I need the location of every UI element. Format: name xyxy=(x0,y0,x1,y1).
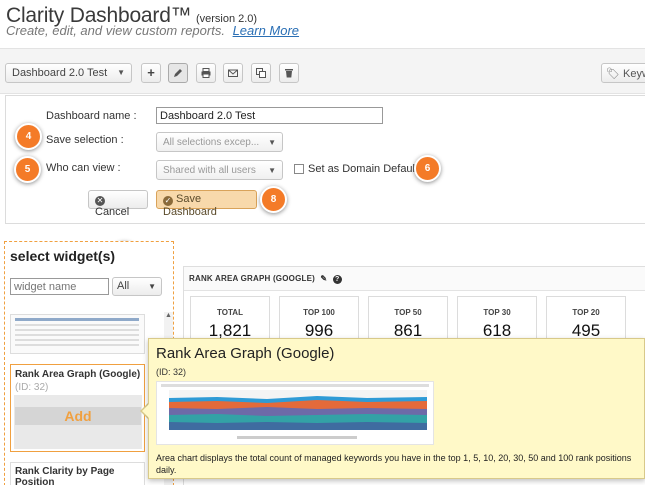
widget-thumbnail xyxy=(15,318,139,346)
who-can-view-value: Shared with all users xyxy=(163,165,256,176)
cancel-button[interactable]: ✕Cancel xyxy=(88,190,148,218)
dashboard-name-label: Dashboard name : xyxy=(46,110,137,122)
copy-icon xyxy=(256,68,266,78)
stat-label: TOP 100 xyxy=(303,308,335,317)
scroll-up-icon[interactable]: ▲ xyxy=(164,312,173,322)
save-selection-select[interactable]: All selections excep... ▼ xyxy=(156,132,283,152)
area-chart-preview-image xyxy=(157,382,433,444)
step-badge-5: 5 xyxy=(14,156,41,183)
dashboard-form-panel: Dashboard name : Save selection : All se… xyxy=(5,95,645,224)
widget-filter-select[interactable]: All ▼ xyxy=(112,277,162,296)
tooltip-title: Rank Area Graph (Google) xyxy=(156,345,335,362)
who-can-view-label: Who can view : xyxy=(46,162,121,174)
pencil-icon xyxy=(174,69,182,77)
dashboard-select[interactable]: Dashboard 2.0 Test ▼ xyxy=(5,63,132,83)
subtitle-text: Create, edit, and view custom reports. xyxy=(6,23,225,38)
widget-header: RANK AREA GRAPH (GOOGLE) ✎ ? xyxy=(184,267,645,291)
toolbar: Dashboard 2.0 Test ▼ + 🏷 Keyw xyxy=(0,48,645,94)
domain-default-label: Set as Domain Default xyxy=(308,163,419,175)
stat-label: TOTAL xyxy=(217,308,243,317)
trash-icon xyxy=(285,69,293,78)
learn-more-link[interactable]: Learn More xyxy=(233,23,299,38)
widget-card-title: Rank Area Graph (Google) xyxy=(15,369,141,380)
tooltip-description: Area chart displays the total count of m… xyxy=(156,453,632,475)
save-dashboard-button[interactable]: ✓ Save Dashboard xyxy=(156,190,257,218)
step-badge-4: 4 xyxy=(15,123,42,150)
widget-card-rank-clarity[interactable]: Rank Clarity by Page Position xyxy=(10,462,145,485)
chevron-down-icon: ▼ xyxy=(268,138,276,147)
dashboard-select-value: Dashboard 2.0 Test xyxy=(12,67,108,79)
cancel-label: Cancel xyxy=(95,206,130,218)
email-icon xyxy=(228,69,238,77)
save-selection-label: Save selection : xyxy=(46,134,124,146)
help-icon[interactable]: ? xyxy=(332,275,342,284)
check-icon: ✓ xyxy=(163,196,173,206)
tooltip-id: (ID: 32) xyxy=(156,367,187,377)
widget-search-input[interactable] xyxy=(10,278,109,295)
chevron-down-icon: ▼ xyxy=(268,166,276,175)
widget-selector-title: select widget(s) xyxy=(10,248,116,264)
widget-card-rank-area-graph[interactable]: Rank Area Graph (Google) (ID: 32) Add xyxy=(10,364,145,452)
chevron-down-icon: ▼ xyxy=(117,68,125,77)
step-badge-6: 6 xyxy=(414,155,441,182)
chevron-down-icon: ▼ xyxy=(148,282,156,291)
widget-card-id: (ID: 32) xyxy=(15,382,49,393)
dashboard-name-input[interactable] xyxy=(156,107,383,124)
add-widget-button[interactable]: Add xyxy=(15,407,141,425)
email-button[interactable] xyxy=(223,63,243,83)
edit-button[interactable] xyxy=(168,63,188,83)
domain-default-checkbox[interactable] xyxy=(294,164,304,174)
tag-icon: 🏷 xyxy=(606,68,620,80)
pencil-icon[interactable]: ✎ xyxy=(320,274,327,283)
stat-label: TOP 20 xyxy=(572,308,600,317)
add-icon: + xyxy=(147,65,155,80)
widget-card-title: Rank Clarity by Page Position xyxy=(15,466,115,485)
tooltip-arrow-inner xyxy=(142,404,149,418)
save-selection-value: All selections excep... xyxy=(163,137,260,148)
widget-title-text: RANK AREA GRAPH (GOOGLE) xyxy=(189,274,315,283)
stat-label: TOP 50 xyxy=(394,308,422,317)
widget-filter-value: All xyxy=(117,280,130,292)
widget-card-table[interactable] xyxy=(10,314,145,354)
delete-button[interactable] xyxy=(279,63,299,83)
print-icon xyxy=(201,68,211,78)
widget-preview-tooltip: Rank Area Graph (Google) (ID: 32) Area c… xyxy=(148,338,645,479)
keywords-label: Keyw xyxy=(623,68,645,80)
who-can-view-select[interactable]: Shared with all users ▼ xyxy=(156,160,283,180)
copy-button[interactable] xyxy=(251,63,271,83)
widget-title: RANK AREA GRAPH (GOOGLE) ✎ ? xyxy=(189,274,342,284)
page-subtitle: Create, edit, and view custom reports. L… xyxy=(6,23,299,38)
stat-label: TOP 30 xyxy=(483,308,511,317)
print-button[interactable] xyxy=(196,63,216,83)
close-icon: ✕ xyxy=(95,196,105,206)
add-button[interactable]: + xyxy=(141,63,161,83)
tooltip-chart-preview xyxy=(156,381,434,445)
step-badge-8: 8 xyxy=(260,186,287,213)
keywords-button[interactable]: 🏷 Keyw xyxy=(601,63,645,83)
